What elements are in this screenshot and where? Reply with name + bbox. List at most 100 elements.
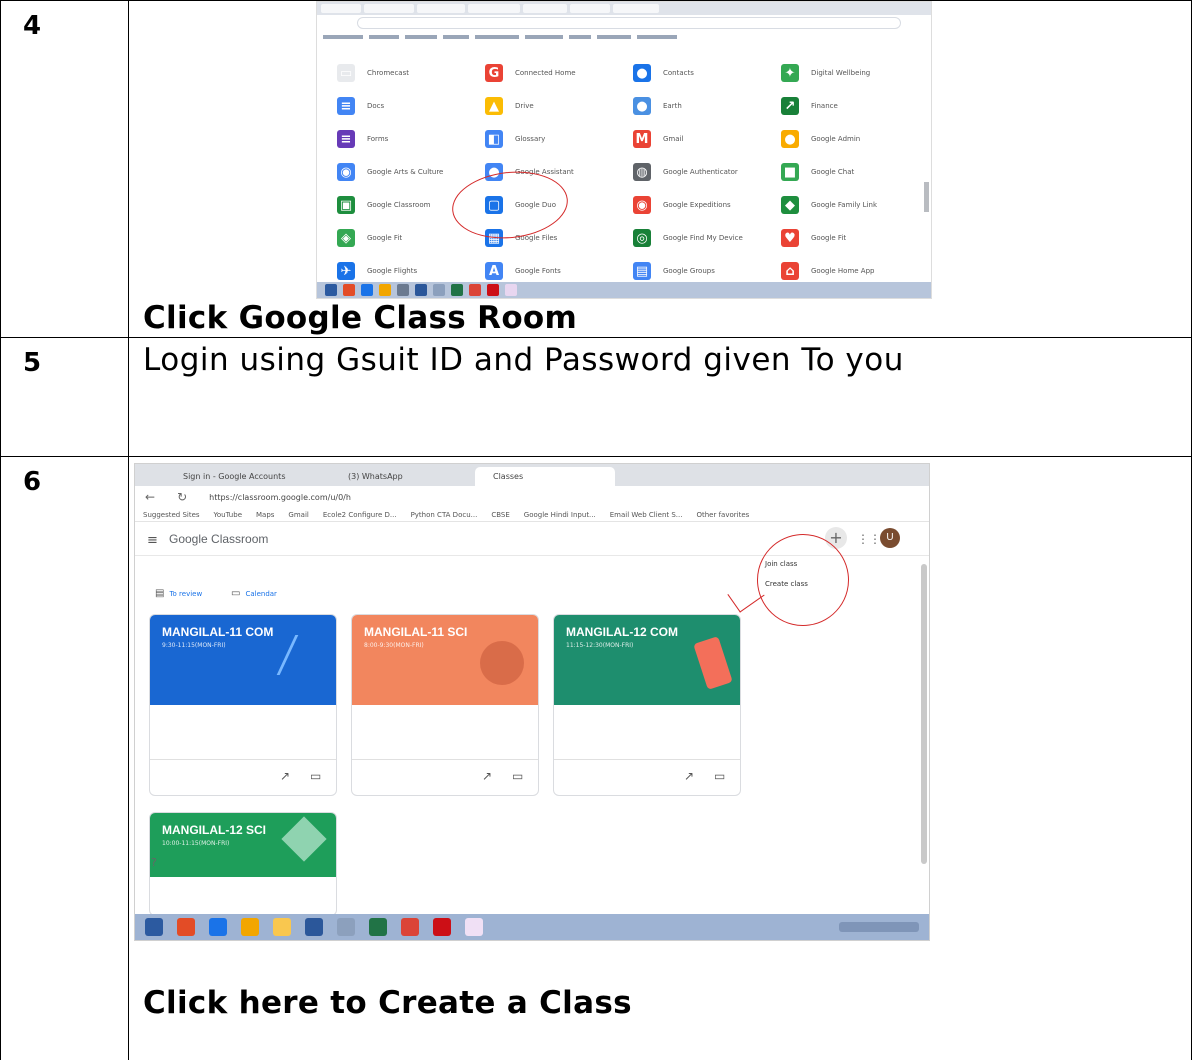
calendar-link[interactable]: ▭ Calendar	[231, 588, 277, 599]
app-label: Chromecast	[367, 69, 409, 77]
app-icon[interactable]	[241, 918, 259, 936]
card-header: MANGILAL-11 COM 9:30-11:15(MON-FRI)	[150, 615, 336, 705]
chromecast-icon: ▭	[337, 64, 355, 82]
url-field[interactable]: https://classroom.google.com/u/0/h	[209, 493, 351, 502]
app-label: Google Groups	[663, 267, 715, 275]
app-label: Google Fit	[811, 234, 847, 242]
tab-signin[interactable]: Sign in - Google Accounts	[165, 467, 325, 486]
folder-icon[interactable]: ▭	[512, 769, 523, 783]
bookmark[interactable]: Other favorites	[696, 511, 749, 519]
app-item[interactable]: ◧ Glossary	[485, 124, 625, 154]
apps-grid-icon[interactable]: ⋮⋮	[857, 532, 881, 546]
card-header: MANGILAL-12 COM 11:15-12:30(MON-FRI)	[554, 615, 740, 705]
folder-icon[interactable]: ▭	[310, 769, 321, 783]
reload-icon[interactable]: ↻	[177, 490, 187, 504]
app-item[interactable]: ● Earth	[633, 91, 773, 121]
folder-icon[interactable]: ▭	[714, 769, 725, 783]
scrollbar[interactable]	[921, 564, 927, 864]
step-caption: Click here to Create a Class	[143, 985, 632, 1021]
app-item[interactable]: ● Contacts	[633, 58, 773, 88]
find-device-icon: ◎	[633, 229, 651, 247]
fit-icon: ◈	[337, 229, 355, 247]
taskbar	[135, 914, 929, 940]
app-item[interactable]: ◆ Google Family Link	[781, 190, 921, 220]
drive-icon: ▲	[485, 97, 503, 115]
finance-icon: ↗	[781, 97, 799, 115]
classroom-icon: ▣	[337, 196, 355, 214]
yandex-icon[interactable]	[465, 918, 483, 936]
excel-icon[interactable]	[369, 918, 387, 936]
steps-table: 4 ▭ Chromecast G Connected Home ● Contacts ✦ Di…	[0, 0, 1192, 1060]
class-card[interactable]: MANGILAL-11 SCI 8:00-9:30(MON-FRI) ↗ ▭	[351, 614, 539, 796]
app-item[interactable]: ◍ Google Authenticator	[633, 157, 773, 187]
screenshot-apps-grid: ▭ Chromecast G Connected Home ● Contacts ✦ Digi…	[316, 1, 932, 299]
firefox-icon[interactable]	[177, 918, 195, 936]
opera-icon[interactable]	[433, 918, 451, 936]
app-label: Forms	[367, 135, 389, 143]
class-card[interactable]: MANGILAL-12 COM 11:15-12:30(MON-FRI) ↗ ▭	[553, 614, 741, 796]
step-body: Sign in - Google Accounts (3) WhatsApp C…	[128, 456, 1192, 1060]
start-icon[interactable]	[145, 918, 163, 936]
review-icon: ▤	[155, 588, 165, 599]
menu-icon[interactable]: ≡	[147, 533, 158, 548]
app-item[interactable]: ≡ Forms	[337, 124, 477, 154]
card-footer: ↗ ▭	[352, 759, 538, 795]
trend-icon[interactable]: ↗	[482, 769, 492, 783]
trend-icon[interactable]: ↗	[280, 769, 290, 783]
word-icon[interactable]	[305, 918, 323, 936]
app-item[interactable]: G Connected Home	[485, 58, 625, 88]
step-number: 6	[0, 456, 129, 1060]
class-name[interactable]: MANGILAL-12 COM	[566, 625, 728, 639]
app-label: Connected Home	[515, 69, 576, 77]
avatar[interactable]: U	[880, 528, 900, 548]
app-item[interactable]: ↗ Finance	[781, 91, 921, 121]
tab-classes[interactable]: Classes	[475, 467, 615, 486]
class-card[interactable]: MANGILAL-12 SCI 10:00-11:15(MON-FRI)	[149, 812, 337, 916]
brand-logo[interactable]: Google Classroom	[169, 532, 268, 546]
bookmark[interactable]: Ecole2 Configure D...	[323, 511, 397, 519]
bookmark[interactable]: YouTube	[214, 511, 242, 519]
bookmark[interactable]: CBSE	[491, 511, 509, 519]
chrome-icon[interactable]	[401, 918, 419, 936]
step-caption: Login using Gsuit ID and Password given …	[143, 342, 904, 378]
family-link-icon: ◆	[781, 196, 799, 214]
apps-grid: ▭ Chromecast G Connected Home ● Contacts ✦ Digi…	[337, 58, 907, 280]
app-item[interactable]: ▲ Drive	[485, 91, 625, 121]
help-icon[interactable]: ?	[151, 856, 157, 869]
admin-icon: ●	[781, 130, 799, 148]
app-item[interactable]: ● Google Admin	[781, 124, 921, 154]
app-item[interactable]: ■ Google Chat	[781, 157, 921, 187]
app-label: Google Flights	[367, 267, 418, 275]
app-item[interactable]: ≡ Docs	[337, 91, 477, 121]
app-item[interactable]: ◉ Google Expeditions	[633, 190, 773, 220]
bookmark[interactable]: Email Web Client S...	[610, 511, 683, 519]
app-item[interactable]: ✦ Digital Wellbeing	[781, 58, 921, 88]
tab-whatsapp[interactable]: (3) WhatsApp	[330, 467, 470, 486]
app-item[interactable]: M Gmail	[633, 124, 773, 154]
app-icon[interactable]	[337, 918, 355, 936]
app-item[interactable]: ▭ Chromecast	[337, 58, 477, 88]
app-item[interactable]: ◈ Google Fit	[337, 223, 477, 253]
bookmark[interactable]: Suggested Sites	[143, 511, 200, 519]
app-item[interactable]: ◉ Google Arts & Culture	[337, 157, 477, 187]
app-label: Drive	[515, 102, 534, 110]
app-label: Digital Wellbeing	[811, 69, 871, 77]
bookmark[interactable]: Python CTA Docu...	[411, 511, 478, 519]
media-icon[interactable]	[273, 918, 291, 936]
trend-icon[interactable]: ↗	[684, 769, 694, 783]
to-review-link[interactable]: ▤ To review	[155, 588, 202, 599]
app-item[interactable]: ♥ Google Fit	[781, 223, 921, 253]
scrollbar[interactable]	[924, 182, 929, 212]
app-item[interactable]: ◎ Google Find My Device	[633, 223, 773, 253]
bookmark[interactable]: Gmail	[288, 511, 308, 519]
class-card[interactable]: MANGILAL-11 COM 9:30-11:15(MON-FRI) ↗ ▭	[149, 614, 337, 796]
back-icon[interactable]: ←	[145, 490, 155, 504]
class-name[interactable]: MANGILAL-11 SCI	[364, 625, 526, 639]
card-header: MANGILAL-11 SCI 8:00-9:30(MON-FRI)	[352, 615, 538, 705]
chrome-icon[interactable]	[209, 918, 227, 936]
step-row-6: 6 Sign in - Google Accounts (3) WhatsApp…	[0, 456, 1192, 1060]
bookmark[interactable]: Google Hindi Input...	[524, 511, 596, 519]
app-label: Google Fit	[367, 234, 403, 242]
chat-icon: ■	[781, 163, 799, 181]
bookmark[interactable]: Maps	[256, 511, 274, 519]
